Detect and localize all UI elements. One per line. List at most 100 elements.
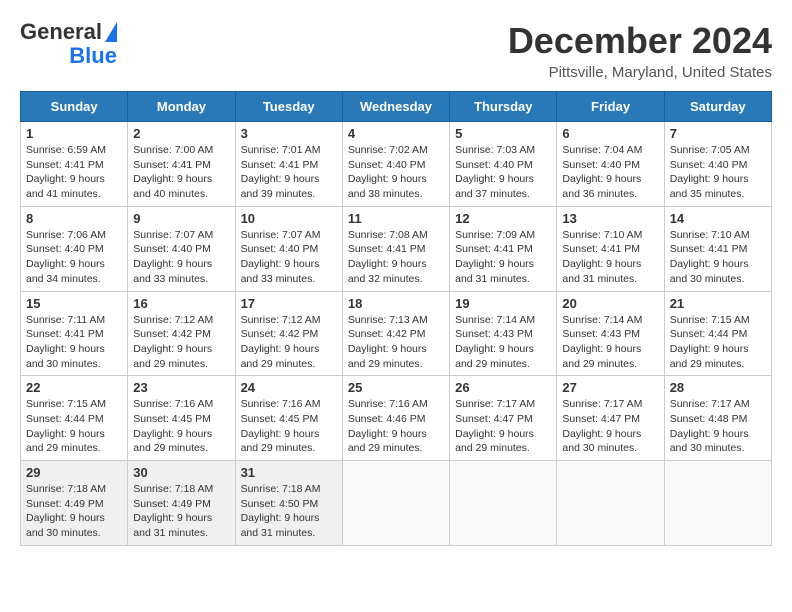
title-area: December 2024 Pittsville, Maryland, Unit… (508, 20, 772, 81)
header-thursday: Thursday (450, 92, 557, 122)
day-number: 23 (133, 380, 229, 395)
cell-info: Sunrise: 7:14 AM Sunset: 4:43 PM Dayligh… (562, 313, 658, 372)
cell-info: Sunrise: 7:17 AM Sunset: 4:47 PM Dayligh… (455, 397, 551, 456)
table-row: 3 Sunrise: 7:01 AM Sunset: 4:41 PM Dayli… (235, 122, 342, 207)
day-number: 3 (241, 126, 337, 141)
table-row (342, 461, 449, 546)
table-row: 7 Sunrise: 7:05 AM Sunset: 4:40 PM Dayli… (664, 122, 771, 207)
day-number: 4 (348, 126, 444, 141)
cell-info: Sunrise: 7:01 AM Sunset: 4:41 PM Dayligh… (241, 143, 337, 202)
table-row: 30 Sunrise: 7:18 AM Sunset: 4:49 PM Dayl… (128, 461, 235, 546)
table-row: 25 Sunrise: 7:16 AM Sunset: 4:46 PM Dayl… (342, 376, 449, 461)
calendar-week-row: 22 Sunrise: 7:15 AM Sunset: 4:44 PM Dayl… (21, 376, 772, 461)
header: General Blue December 2024 Pittsville, M… (20, 20, 772, 81)
cell-info: Sunrise: 7:12 AM Sunset: 4:42 PM Dayligh… (241, 313, 337, 372)
table-row: 21 Sunrise: 7:15 AM Sunset: 4:44 PM Dayl… (664, 291, 771, 376)
cell-info: Sunrise: 7:13 AM Sunset: 4:42 PM Dayligh… (348, 313, 444, 372)
day-number: 28 (670, 380, 766, 395)
cell-info: Sunrise: 7:00 AM Sunset: 4:41 PM Dayligh… (133, 143, 229, 202)
table-row: 26 Sunrise: 7:17 AM Sunset: 4:47 PM Dayl… (450, 376, 557, 461)
cell-info: Sunrise: 7:02 AM Sunset: 4:40 PM Dayligh… (348, 143, 444, 202)
day-number: 12 (455, 211, 551, 226)
table-row: 6 Sunrise: 7:04 AM Sunset: 4:40 PM Dayli… (557, 122, 664, 207)
cell-info: Sunrise: 7:11 AM Sunset: 4:41 PM Dayligh… (26, 313, 122, 372)
table-row: 31 Sunrise: 7:18 AM Sunset: 4:50 PM Dayl… (235, 461, 342, 546)
cell-info: Sunrise: 7:18 AM Sunset: 4:49 PM Dayligh… (133, 482, 229, 541)
day-number: 1 (26, 126, 122, 141)
table-row: 20 Sunrise: 7:14 AM Sunset: 4:43 PM Dayl… (557, 291, 664, 376)
table-row: 2 Sunrise: 7:00 AM Sunset: 4:41 PM Dayli… (128, 122, 235, 207)
table-row: 8 Sunrise: 7:06 AM Sunset: 4:40 PM Dayli… (21, 206, 128, 291)
cell-info: Sunrise: 7:10 AM Sunset: 4:41 PM Dayligh… (670, 228, 766, 287)
table-row: 27 Sunrise: 7:17 AM Sunset: 4:47 PM Dayl… (557, 376, 664, 461)
header-saturday: Saturday (664, 92, 771, 122)
table-row: 11 Sunrise: 7:08 AM Sunset: 4:41 PM Dayl… (342, 206, 449, 291)
cell-info: Sunrise: 7:16 AM Sunset: 4:46 PM Dayligh… (348, 397, 444, 456)
table-row: 19 Sunrise: 7:14 AM Sunset: 4:43 PM Dayl… (450, 291, 557, 376)
table-row: 12 Sunrise: 7:09 AM Sunset: 4:41 PM Dayl… (450, 206, 557, 291)
table-row: 10 Sunrise: 7:07 AM Sunset: 4:40 PM Dayl… (235, 206, 342, 291)
subtitle: Pittsville, Maryland, United States (508, 64, 772, 81)
day-number: 18 (348, 296, 444, 311)
table-row: 1 Sunrise: 6:59 AM Sunset: 4:41 PM Dayli… (21, 122, 128, 207)
day-number: 20 (562, 296, 658, 311)
cell-info: Sunrise: 7:10 AM Sunset: 4:41 PM Dayligh… (562, 228, 658, 287)
cell-info: Sunrise: 7:16 AM Sunset: 4:45 PM Dayligh… (133, 397, 229, 456)
cell-info: Sunrise: 7:06 AM Sunset: 4:40 PM Dayligh… (26, 228, 122, 287)
cell-info: Sunrise: 7:18 AM Sunset: 4:50 PM Dayligh… (241, 482, 337, 541)
table-row: 16 Sunrise: 7:12 AM Sunset: 4:42 PM Dayl… (128, 291, 235, 376)
calendar-week-row: 15 Sunrise: 7:11 AM Sunset: 4:41 PM Dayl… (21, 291, 772, 376)
table-row: 15 Sunrise: 7:11 AM Sunset: 4:41 PM Dayl… (21, 291, 128, 376)
header-sunday: Sunday (21, 92, 128, 122)
cell-info: Sunrise: 7:03 AM Sunset: 4:40 PM Dayligh… (455, 143, 551, 202)
cell-info: Sunrise: 7:17 AM Sunset: 4:48 PM Dayligh… (670, 397, 766, 456)
cell-info: Sunrise: 7:15 AM Sunset: 4:44 PM Dayligh… (670, 313, 766, 372)
day-number: 16 (133, 296, 229, 311)
table-row: 28 Sunrise: 7:17 AM Sunset: 4:48 PM Dayl… (664, 376, 771, 461)
table-row: 22 Sunrise: 7:15 AM Sunset: 4:44 PM Dayl… (21, 376, 128, 461)
day-number: 10 (241, 211, 337, 226)
cell-info: Sunrise: 7:05 AM Sunset: 4:40 PM Dayligh… (670, 143, 766, 202)
day-number: 2 (133, 126, 229, 141)
table-row: 17 Sunrise: 7:12 AM Sunset: 4:42 PM Dayl… (235, 291, 342, 376)
cell-info: Sunrise: 7:18 AM Sunset: 4:49 PM Dayligh… (26, 482, 122, 541)
day-number: 29 (26, 465, 122, 480)
day-number: 31 (241, 465, 337, 480)
header-wednesday: Wednesday (342, 92, 449, 122)
cell-info: Sunrise: 7:07 AM Sunset: 4:40 PM Dayligh… (133, 228, 229, 287)
day-number: 13 (562, 211, 658, 226)
day-number: 17 (241, 296, 337, 311)
day-number: 24 (241, 380, 337, 395)
day-number: 21 (670, 296, 766, 311)
logo-triangle-icon (105, 22, 117, 42)
table-row: 14 Sunrise: 7:10 AM Sunset: 4:41 PM Dayl… (664, 206, 771, 291)
cell-info: Sunrise: 7:04 AM Sunset: 4:40 PM Dayligh… (562, 143, 658, 202)
table-row: 24 Sunrise: 7:16 AM Sunset: 4:45 PM Dayl… (235, 376, 342, 461)
calendar-header-row: Sunday Monday Tuesday Wednesday Thursday… (21, 92, 772, 122)
table-row: 5 Sunrise: 7:03 AM Sunset: 4:40 PM Dayli… (450, 122, 557, 207)
cell-info: Sunrise: 7:09 AM Sunset: 4:41 PM Dayligh… (455, 228, 551, 287)
table-row: 29 Sunrise: 7:18 AM Sunset: 4:49 PM Dayl… (21, 461, 128, 546)
table-row: 9 Sunrise: 7:07 AM Sunset: 4:40 PM Dayli… (128, 206, 235, 291)
cell-info: Sunrise: 6:59 AM Sunset: 4:41 PM Dayligh… (26, 143, 122, 202)
day-number: 22 (26, 380, 122, 395)
table-row: 13 Sunrise: 7:10 AM Sunset: 4:41 PM Dayl… (557, 206, 664, 291)
logo-blue: Blue (69, 44, 117, 68)
calendar-week-row: 8 Sunrise: 7:06 AM Sunset: 4:40 PM Dayli… (21, 206, 772, 291)
table-row (557, 461, 664, 546)
table-row (664, 461, 771, 546)
day-number: 26 (455, 380, 551, 395)
cell-info: Sunrise: 7:15 AM Sunset: 4:44 PM Dayligh… (26, 397, 122, 456)
day-number: 5 (455, 126, 551, 141)
header-tuesday: Tuesday (235, 92, 342, 122)
logo-general: General (20, 20, 102, 44)
calendar-table: Sunday Monday Tuesday Wednesday Thursday… (20, 91, 772, 546)
day-number: 6 (562, 126, 658, 141)
header-friday: Friday (557, 92, 664, 122)
calendar-week-row: 1 Sunrise: 6:59 AM Sunset: 4:41 PM Dayli… (21, 122, 772, 207)
table-row: 4 Sunrise: 7:02 AM Sunset: 4:40 PM Dayli… (342, 122, 449, 207)
day-number: 27 (562, 380, 658, 395)
header-monday: Monday (128, 92, 235, 122)
day-number: 7 (670, 126, 766, 141)
cell-info: Sunrise: 7:12 AM Sunset: 4:42 PM Dayligh… (133, 313, 229, 372)
